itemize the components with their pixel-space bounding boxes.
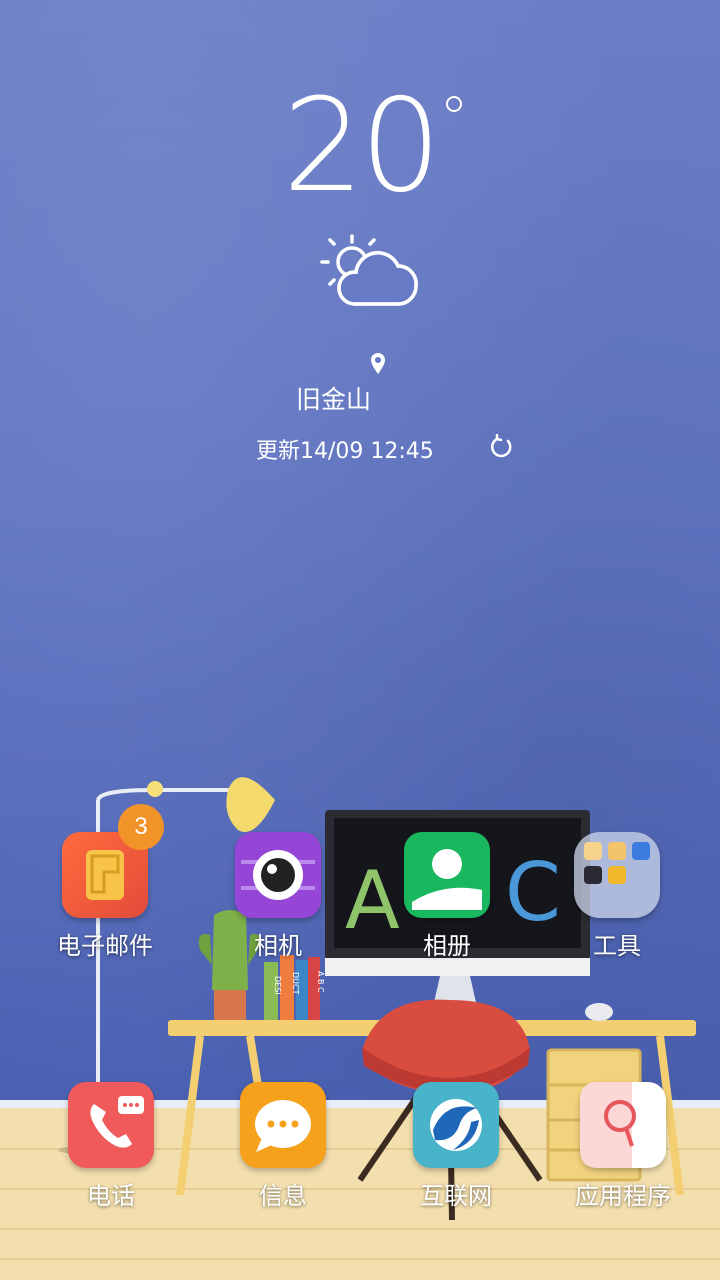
email-icon: 3 [62, 804, 164, 918]
app-email[interactable]: 3 电子邮件 [40, 804, 170, 961]
temperature[interactable]: 20 [0, 72, 720, 221]
app-phone[interactable]: 电话 [46, 1082, 176, 1211]
app-internet[interactable]: 互联网 [391, 1082, 521, 1211]
partly-sunny-icon[interactable] [316, 232, 426, 316]
folder-tools[interactable]: 工具 [552, 832, 682, 961]
app-label: 应用程序 [575, 1182, 671, 1210]
app-label: 信息 [259, 1182, 307, 1210]
gallery-icon [404, 832, 490, 918]
unread-badge: 3 [118, 804, 164, 850]
app-label: 电子邮件 [57, 932, 153, 960]
tools-folder-icon [574, 832, 660, 918]
app-label: 电话 [87, 1182, 135, 1210]
internet-icon [413, 1082, 499, 1168]
refresh-icon[interactable] [488, 433, 514, 464]
app-drawer[interactable]: 应用程序 [558, 1082, 688, 1211]
app-label: 工具 [593, 932, 641, 960]
weather-updated-time: 更新14/09 12:45 [256, 439, 434, 464]
degree-symbol [446, 96, 462, 112]
app-gallery[interactable]: 相册 [382, 832, 512, 961]
app-label: 互联网 [420, 1182, 492, 1210]
camera-icon [235, 832, 321, 918]
weather-city[interactable]: 旧金山 [296, 380, 371, 416]
app-camera[interactable]: 相机 [213, 832, 343, 961]
location-pin-icon [369, 352, 387, 380]
app-label: 相册 [423, 932, 471, 960]
app-messages[interactable]: 信息 [218, 1082, 348, 1211]
phone-icon [68, 1082, 154, 1168]
app-label: 相机 [254, 932, 302, 960]
messages-icon [240, 1082, 326, 1168]
apps-icon [580, 1082, 666, 1168]
